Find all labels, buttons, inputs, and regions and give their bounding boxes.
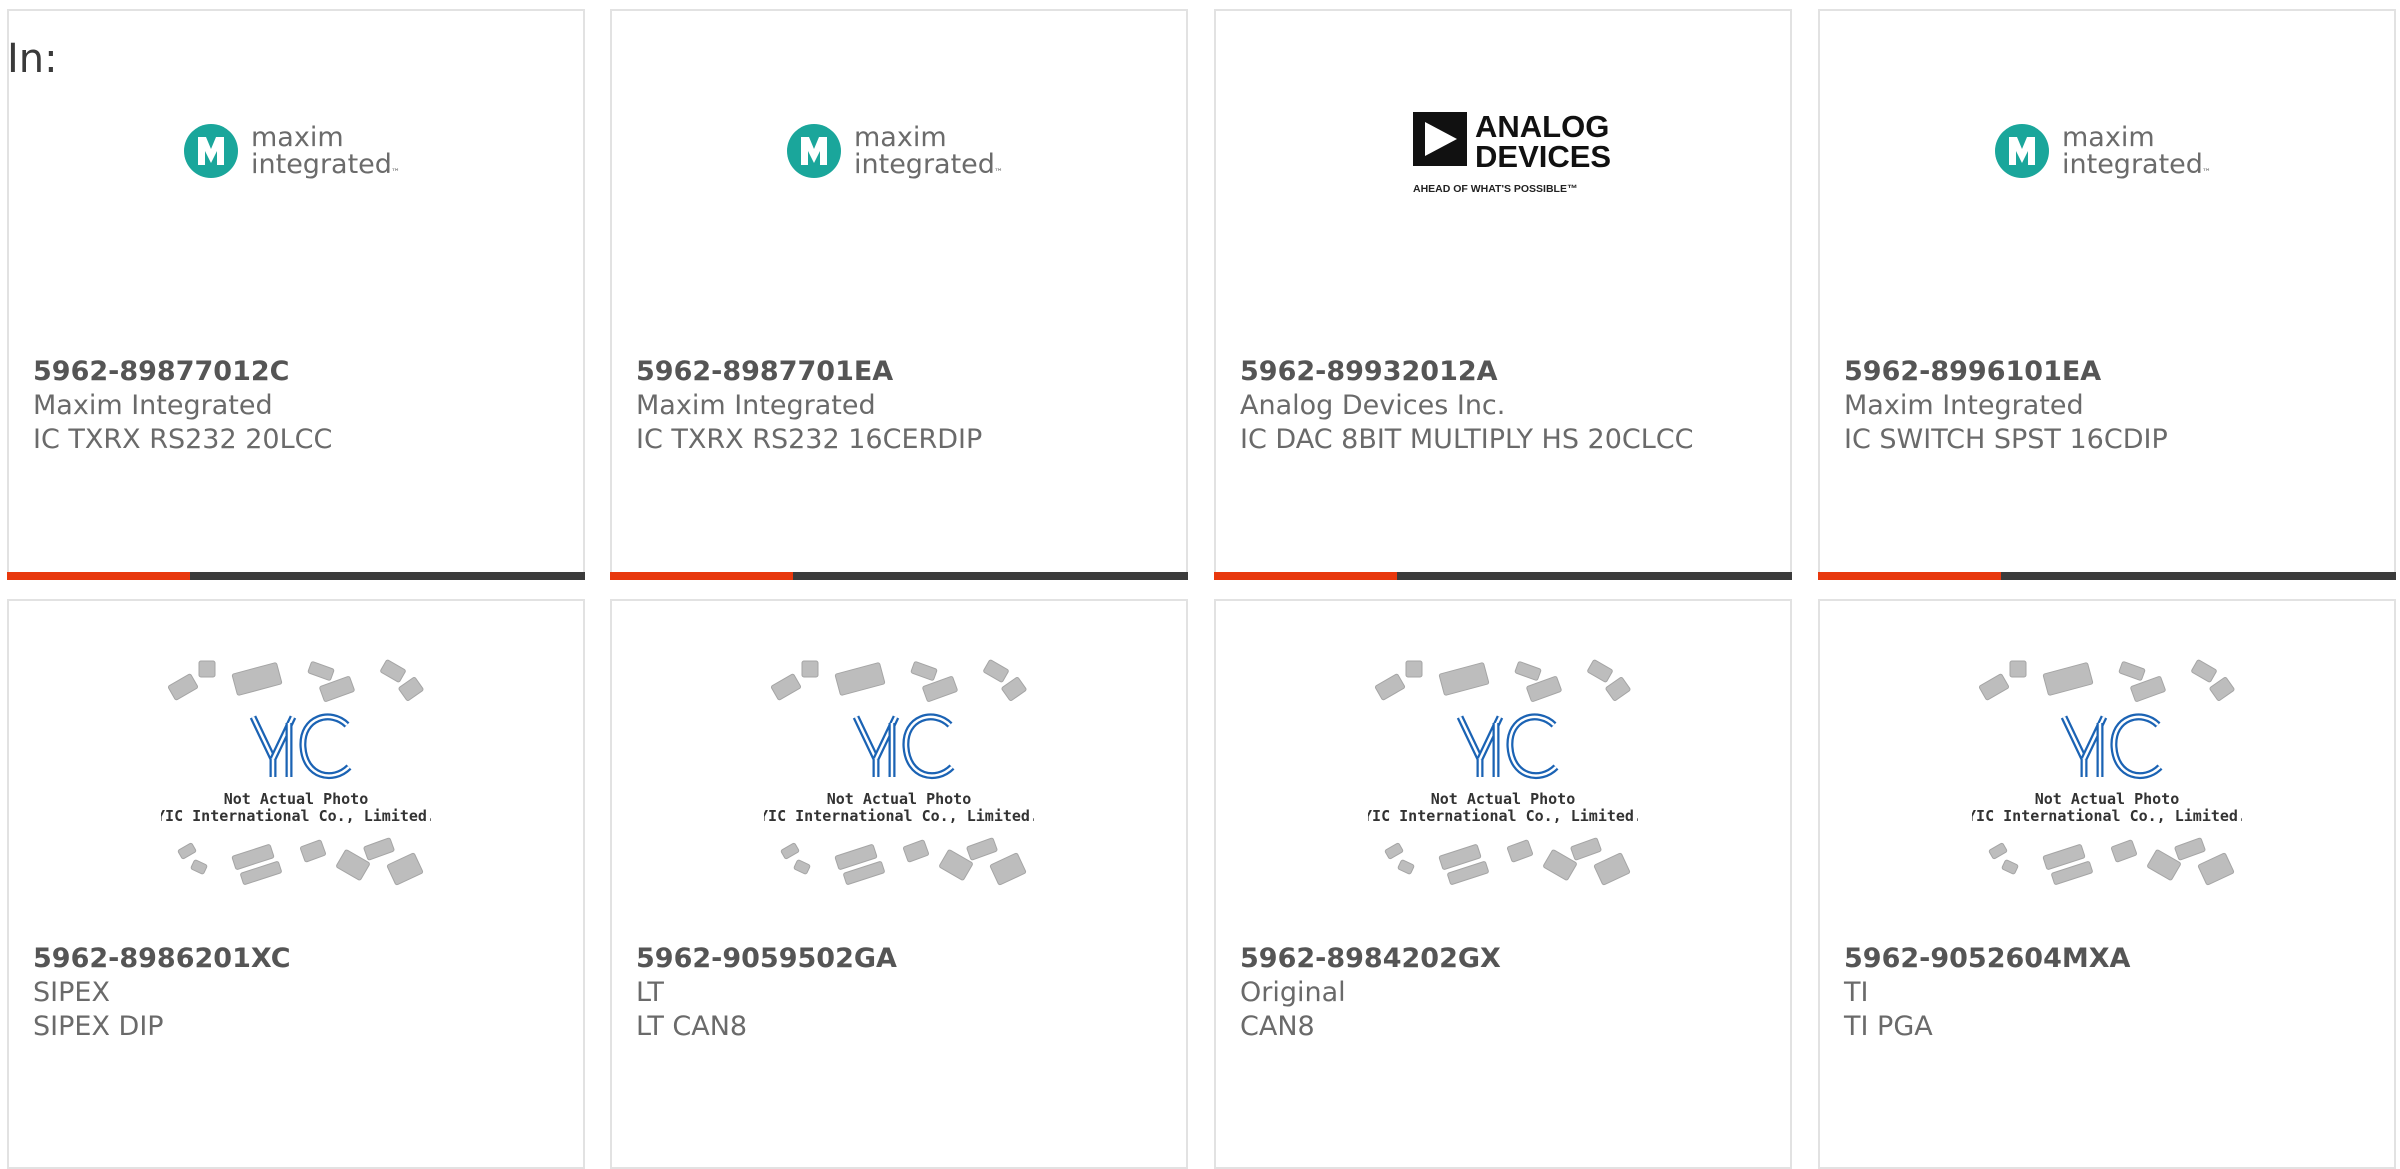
- description: TI PGA: [1844, 1011, 1933, 1042]
- svg-text:DEVICES: DEVICES: [1475, 139, 1611, 174]
- maxim-logo: maxim integrated ™: [9, 91, 583, 291]
- svg-text:™: ™: [994, 168, 1003, 178]
- product-card[interactable]: Not Actual Photo YIC International Co., …: [7, 599, 585, 1169]
- not-actual-photo-image: Not Actual Photo YIC International Co., …: [1820, 659, 2394, 935]
- part-number[interactable]: 5962-8996101EA: [1844, 355, 2364, 389]
- svg-text:™: ™: [2202, 168, 2211, 178]
- part-number[interactable]: 5962-8986201XC: [33, 942, 553, 976]
- manufacturer: Maxim Integrated: [33, 390, 273, 421]
- svg-text:integrated: integrated: [854, 149, 995, 180]
- svg-text:Not Actual Photo: Not Actual Photo: [2035, 790, 2180, 808]
- part-number[interactable]: 5962-89932012A: [1240, 355, 1760, 389]
- not-actual-photo-image: Not Actual Photo YIC International Co., …: [612, 659, 1186, 935]
- description: IC SWITCH SPST 16CDIP: [1844, 424, 2168, 455]
- description: CAN8: [1240, 1011, 1315, 1042]
- svg-text:Not Actual Photo: Not Actual Photo: [224, 790, 369, 808]
- product-card[interactable]: Not Actual Photo YIC International Co., …: [610, 599, 1188, 1169]
- maxim-logo: maxim integrated ™: [612, 91, 1186, 291]
- part-number[interactable]: 5962-89877012C: [33, 355, 553, 389]
- not-actual-photo-image: Not Actual Photo YIC International Co., …: [1216, 659, 1790, 935]
- part-number[interactable]: 5962-9059502GA: [636, 942, 1156, 976]
- not-actual-photo-image: Not Actual Photo YIC International Co., …: [9, 659, 583, 935]
- manufacturer: TI: [1844, 977, 1869, 1008]
- manufacturer: Maxim Integrated: [636, 390, 876, 421]
- part-number[interactable]: 5962-9052604MXA: [1844, 942, 2364, 976]
- maxim-logo: maxim integrated ™: [1820, 91, 2394, 291]
- description: IC DAC 8BIT MULTIPLY HS 20CLCC: [1240, 424, 1694, 455]
- card-accent-bar: [7, 572, 585, 580]
- svg-text:Not Actual Photo: Not Actual Photo: [1431, 790, 1576, 808]
- product-card[interactable]: Not Actual Photo YIC International Co., …: [1214, 599, 1792, 1169]
- description: IC TXRX RS232 16CERDIP: [636, 424, 983, 455]
- description: IC TXRX RS232 20LCC: [33, 424, 333, 455]
- description: SIPEX DIP: [33, 1011, 164, 1042]
- product-card[interactable]: maxim integrated ™ 5962-89877012C Maxim …: [7, 9, 585, 580]
- svg-text:YIC International Co., Limited: YIC International Co., Limited.: [764, 807, 1034, 825]
- product-card[interactable]: ANALOG DEVICES AHEAD OF WHAT'S POSSIBLE™…: [1214, 9, 1792, 580]
- part-number[interactable]: 5962-8984202GX: [1240, 942, 1760, 976]
- description: LT CAN8: [636, 1011, 748, 1042]
- svg-text:AHEAD OF WHAT'S POSSIBLE™: AHEAD OF WHAT'S POSSIBLE™: [1413, 183, 1577, 195]
- card-accent-bar: [610, 572, 1188, 580]
- manufacturer: Maxim Integrated: [1844, 390, 2084, 421]
- manufacturer: LT: [636, 977, 664, 1008]
- card-accent-bar: [1214, 572, 1792, 580]
- card-accent-bar: [1818, 572, 2396, 580]
- part-number[interactable]: 5962-8987701EA: [636, 355, 1156, 389]
- svg-text:integrated: integrated: [2062, 149, 2203, 180]
- svg-text:YIC International Co., Limited: YIC International Co., Limited.: [161, 807, 431, 825]
- svg-text:YIC International Co., Limited: YIC International Co., Limited.: [1368, 807, 1638, 825]
- product-card[interactable]: maxim integrated ™ 5962-8987701EA Maxim …: [610, 9, 1188, 580]
- manufacturer: Analog Devices Inc.: [1240, 390, 1506, 421]
- svg-text:YIC International Co., Limited: YIC International Co., Limited.: [1972, 807, 2242, 825]
- svg-text:™: ™: [391, 168, 400, 178]
- in-label: In:: [7, 36, 58, 82]
- analog-devices-logo: ANALOG DEVICES AHEAD OF WHAT'S POSSIBLE™: [1216, 91, 1790, 291]
- svg-text:Not Actual Photo: Not Actual Photo: [827, 790, 972, 808]
- product-card[interactable]: maxim integrated ™ 5962-8996101EA Maxim …: [1818, 9, 2396, 580]
- manufacturer: SIPEX: [33, 977, 110, 1008]
- svg-text:integrated: integrated: [251, 149, 392, 180]
- product-card[interactable]: Not Actual Photo YIC International Co., …: [1818, 599, 2396, 1169]
- manufacturer: Original: [1240, 977, 1346, 1008]
